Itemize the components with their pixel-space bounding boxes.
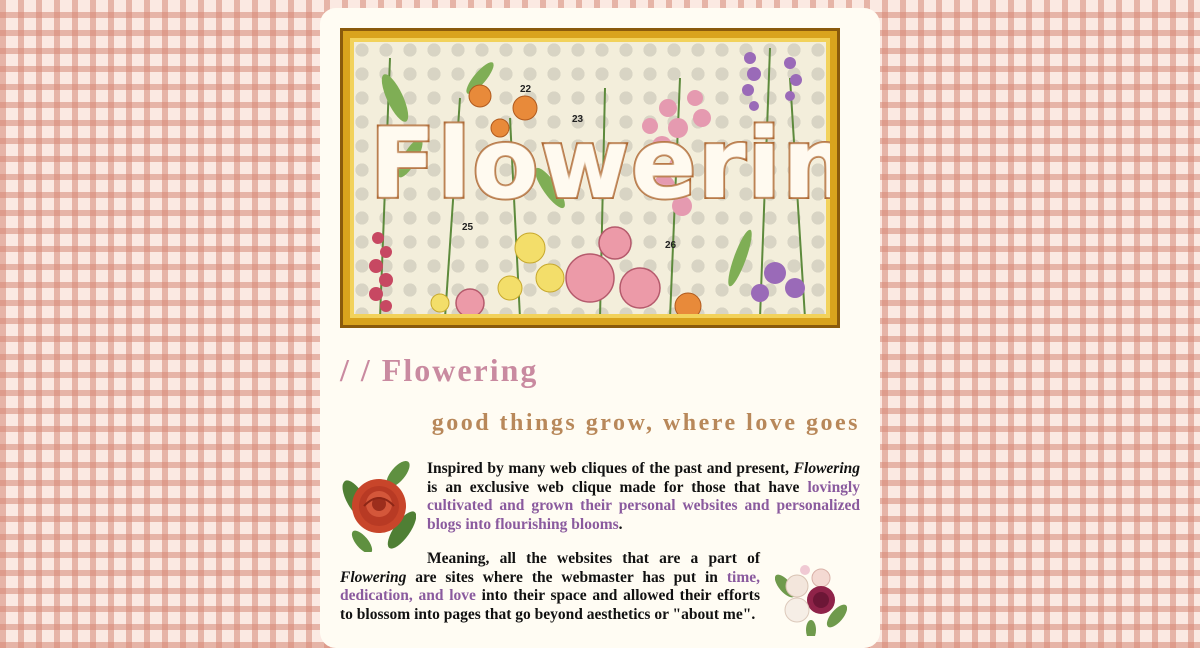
intro-paragraph-1: Inspired by many web cliques of the past… xyxy=(427,460,860,534)
tagline: good things grow, where love goes xyxy=(431,410,860,436)
main-card: 22 23 25 26 Flowering / / Flowering good… xyxy=(320,8,880,648)
rose-bouquet-icon xyxy=(775,565,847,636)
intro-paragraph-2: Meaning, all the websites that are a par… xyxy=(340,550,760,624)
page-title: / / Flowering xyxy=(340,352,539,388)
header-banner-image: 22 23 25 26 Flowering xyxy=(340,28,840,328)
red-rose-icon xyxy=(342,460,416,552)
banner-logo-text: Flowering xyxy=(368,106,830,222)
